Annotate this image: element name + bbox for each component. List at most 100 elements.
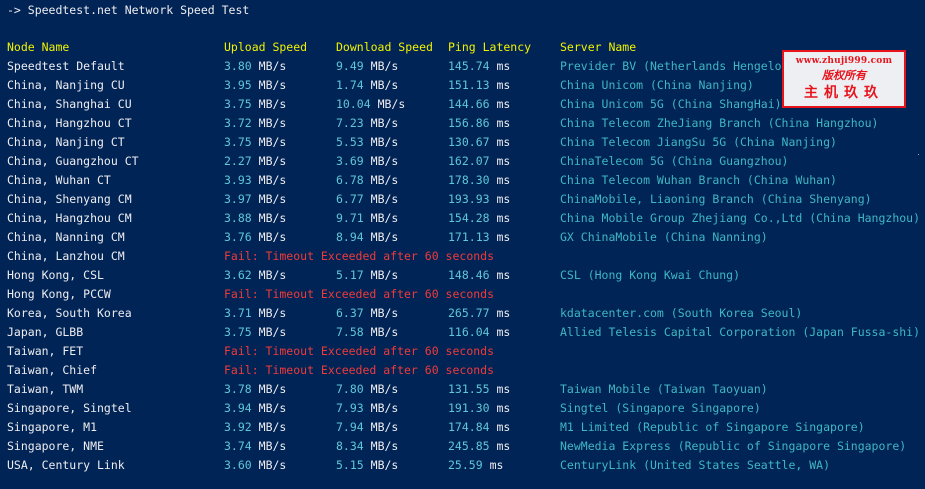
node-name-cell: Singapore, M1: [7, 420, 98, 434]
upload-speed-cell: 3.92 MB/s: [224, 418, 286, 437]
node-name-cell: USA, Century Link: [7, 458, 125, 472]
upload-unit: MB/s: [258, 59, 287, 73]
download-value: 6.37: [336, 306, 364, 320]
download-speed-cell: 8.34 MB/s: [336, 437, 398, 456]
server-name-cell: China Mobile Group Zhejiang Co.,Ltd (Chi…: [560, 211, 921, 225]
upload-speed-cell: 3.93 MB/s: [224, 171, 286, 190]
download-unit: MB/s: [370, 268, 399, 282]
ping-value: 116.04: [448, 325, 490, 339]
server-name-cell: CenturyLink (United States Seattle, WA): [560, 458, 831, 472]
node-name-cell: China, Hangzhou CT: [7, 116, 132, 130]
ping-unit: ms: [496, 401, 511, 415]
ping-value: 156.86: [448, 116, 490, 130]
upload-value: 3.80: [224, 59, 252, 73]
download-value: 7.80: [336, 382, 364, 396]
upload-speed-cell: 3.74 MB/s: [224, 437, 286, 456]
download-unit: MB/s: [370, 230, 399, 244]
fail-message-cell: Fail: Timeout Exceeded after 60 seconds: [224, 287, 495, 301]
node-name-cell: Korea, South Korea: [7, 306, 132, 320]
ping-unit: ms: [496, 116, 511, 130]
download-speed-cell: 7.93 MB/s: [336, 399, 398, 418]
ping-value: 171.13: [448, 230, 490, 244]
table-row: USA, Century Link 3.60 MB/s 5.15 MB/s 25.59…: [0, 456, 925, 475]
ping-latency-cell: 171.13 ms: [448, 228, 510, 247]
server-name-cell: ChinaMobile, Liaoning Branch (China Shen…: [560, 192, 872, 206]
upload-unit: MB/s: [258, 420, 287, 434]
ping-unit: ms: [496, 230, 511, 244]
node-name-cell: China, Wuhan CT: [7, 173, 111, 187]
table-row: Taiwan, TWM 3.78 MB/s 7.80 MB/s 131.55 ms Ta…: [0, 380, 925, 399]
upload-unit: MB/s: [258, 439, 287, 453]
ping-latency-cell: 148.46 ms: [448, 266, 510, 285]
upload-value: 3.62: [224, 268, 252, 282]
upload-speed-cell: 3.80 MB/s: [224, 57, 286, 76]
upload-unit: MB/s: [258, 154, 287, 168]
table-row: China, Guangzhou CT 2.27 MB/s 3.69 MB/s 162…: [0, 152, 925, 171]
upload-unit: MB/s: [258, 135, 287, 149]
download-value: 7.23: [336, 116, 364, 130]
watermark-stamp: www.zhuji999.com 版权所有 主机玖玖: [782, 50, 906, 108]
ping-latency-cell: 156.86 ms: [448, 114, 510, 133]
header-node-name: Node Name: [7, 40, 70, 54]
upload-value: 3.72: [224, 116, 252, 130]
ping-value: 131.55: [448, 382, 490, 396]
node-name-cell: China, Shenyang CM: [7, 192, 132, 206]
ping-latency-cell: 130.67 ms: [448, 133, 510, 152]
node-name-cell: China, Guangzhou CT: [7, 154, 139, 168]
download-value: 5.53: [336, 135, 364, 149]
download-value: 5.17: [336, 268, 364, 282]
upload-speed-cell: 3.75 MB/s: [224, 95, 286, 114]
server-name-cell: NewMedia Express (Republic of Singapore …: [560, 439, 907, 453]
node-name-cell: China, Lanzhou CM: [7, 249, 125, 263]
table-row: China, Nanning CM 3.76 MB/s 8.94 MB/s 171.1…: [0, 228, 925, 247]
terminal-window[interactable]: -> Speedtest.net Network Speed Test Node…: [0, 0, 925, 489]
upload-unit: MB/s: [258, 268, 287, 282]
ping-latency-cell: 178.30 ms: [448, 171, 510, 190]
ping-unit: ms: [496, 135, 511, 149]
ping-latency-cell: 25.59 ms: [448, 456, 503, 475]
ping-value: 151.13: [448, 78, 490, 92]
download-speed-cell: 5.53 MB/s: [336, 133, 398, 152]
ping-latency-cell: 131.55 ms: [448, 380, 510, 399]
table-row: Japan, GLBB 3.75 MB/s 7.58 MB/s 116.04 ms Al…: [0, 323, 925, 342]
upload-value: 3.75: [224, 325, 252, 339]
server-name-cell: China Unicom 5G (China ShangHai): [560, 97, 782, 111]
upload-unit: MB/s: [258, 78, 287, 92]
upload-unit: MB/s: [258, 458, 287, 472]
download-speed-cell: 6.37 MB/s: [336, 304, 398, 323]
download-value: 7.94: [336, 420, 364, 434]
server-name-cell: Allied Telesis Capital Corporation (Japa…: [560, 325, 921, 339]
upload-value: 3.75: [224, 97, 252, 111]
ping-value: 174.84: [448, 420, 490, 434]
download-unit: MB/s: [370, 382, 399, 396]
ping-unit: ms: [496, 325, 511, 339]
server-name-cell: GX ChinaMobile (China Nanning): [560, 230, 768, 244]
upload-speed-cell: 2.27 MB/s: [224, 152, 286, 171]
upload-speed-cell: 3.72 MB/s: [224, 114, 286, 133]
download-unit: MB/s: [370, 135, 399, 149]
upload-unit: MB/s: [258, 401, 287, 415]
fail-message-cell: Fail: Timeout Exceeded after 60 seconds: [224, 344, 495, 358]
header-server-name: Server Name: [560, 40, 637, 54]
ping-unit: ms: [496, 306, 511, 320]
upload-speed-cell: 3.78 MB/s: [224, 380, 286, 399]
download-value: 1.74: [336, 78, 364, 92]
ping-unit: ms: [496, 420, 511, 434]
upload-unit: MB/s: [258, 173, 287, 187]
table-row: Hong Kong, CSL 3.62 MB/s 5.17 MB/s 148.46 m…: [0, 266, 925, 285]
download-speed-cell: 7.94 MB/s: [336, 418, 398, 437]
ping-latency-cell: 174.84 ms: [448, 418, 510, 437]
ping-value: 265.77: [448, 306, 490, 320]
upload-unit: MB/s: [258, 230, 287, 244]
download-unit: MB/s: [370, 192, 399, 206]
ping-latency-cell: 193.93 ms: [448, 190, 510, 209]
ping-unit: ms: [496, 211, 511, 225]
server-name-cell: M1 Limited (Republic of Singapore Singap…: [560, 420, 865, 434]
ping-value: 191.30: [448, 401, 490, 415]
upload-speed-cell: 3.76 MB/s: [224, 228, 286, 247]
download-unit: MB/s: [370, 173, 399, 187]
cursor-dot: [918, 154, 919, 155]
upload-value: 3.71: [224, 306, 252, 320]
download-unit: MB/s: [377, 97, 406, 111]
download-speed-cell: 5.17 MB/s: [336, 266, 398, 285]
